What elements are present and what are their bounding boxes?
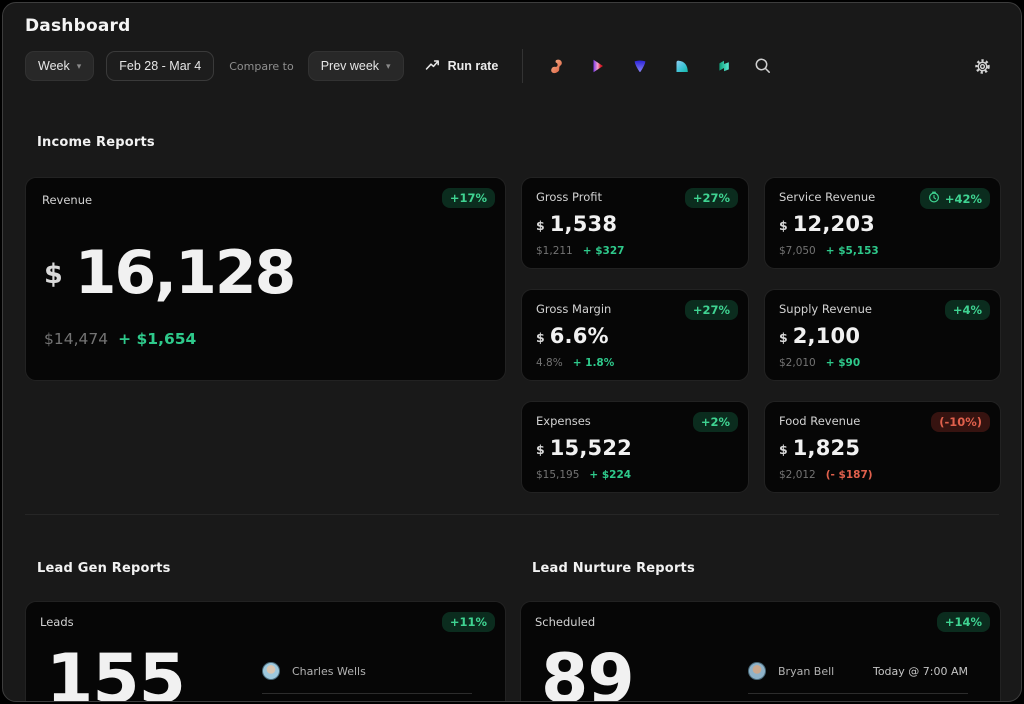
- food-revenue-card[interactable]: Food Revenue (-10%) $ 1,825 $2,012 (- $1…: [764, 401, 1001, 493]
- period-dropdown[interactable]: Week ▾: [25, 51, 94, 81]
- orange-shape-icon[interactable]: [547, 57, 565, 75]
- comparison-row: $2,012 (- $187): [779, 469, 986, 481]
- person-name: Bryan Bell: [778, 665, 834, 678]
- revenue-value: 16,128: [75, 243, 295, 303]
- service-revenue-card[interactable]: Service Revenue +42% $ 12,203 $7,050 + $…: [764, 177, 1001, 269]
- gear-icon[interactable]: [974, 58, 991, 75]
- card-label: Revenue: [42, 193, 489, 207]
- compare-period-dropdown[interactable]: Prev week ▾: [308, 51, 404, 81]
- delta-value: + $224: [589, 469, 631, 481]
- card-label: Leads: [40, 615, 491, 629]
- lead-gen-section: Lead Gen Reports Leads +11% 155 Charles …: [25, 515, 506, 702]
- trend-badge: +17%: [442, 188, 495, 208]
- trend-badge: (-10%): [931, 412, 990, 432]
- toolbar-divider: [522, 49, 523, 83]
- compare-to-label: Compare to: [229, 60, 293, 73]
- search-icon[interactable]: [754, 57, 772, 75]
- person-row: Charles Wells: [262, 662, 472, 694]
- comparison-row: $2,010 + $90: [779, 357, 986, 369]
- quarter-wave-teal-icon[interactable]: [673, 57, 691, 75]
- delta-value: + $1,654: [118, 330, 196, 348]
- card-value: $ 16,128: [44, 243, 489, 303]
- date-range-label: Feb 28 - Mar 4: [119, 59, 201, 73]
- card-value: $ 6.6%: [536, 325, 734, 348]
- currency-symbol: $: [779, 442, 788, 457]
- card-value: $ 1,538: [536, 213, 734, 236]
- date-range-button[interactable]: Feb 28 - Mar 4: [106, 51, 214, 81]
- toolbar: Week ▾ Feb 28 - Mar 4 Compare to Prev we…: [25, 51, 999, 81]
- currency-symbol: $: [44, 259, 63, 290]
- card-value: $ 2,100: [779, 325, 986, 348]
- leads-card[interactable]: Leads +11% 155 Charles Wells: [25, 601, 506, 702]
- person-name: Charles Wells: [292, 665, 366, 678]
- revenue-card[interactable]: Revenue +17% $ 16,128 $14,474 + $1,654: [25, 177, 506, 381]
- chevron-down-icon: ▾: [386, 62, 391, 71]
- funnel-blue-icon[interactable]: [631, 57, 649, 75]
- flag-green-icon[interactable]: [715, 57, 733, 75]
- previous-value: $14,474: [44, 330, 108, 348]
- currency-symbol: $: [536, 442, 545, 457]
- income-cards-grid: Revenue +17% $ 16,128 $14,474 + $1,654 G…: [25, 177, 999, 493]
- scheduled-card[interactable]: Scheduled +14% 89 Bryan Bell Today @ 7:0…: [520, 601, 1001, 702]
- card-value: $ 15,522: [536, 437, 734, 460]
- delta-value: (- $187): [826, 469, 873, 481]
- currency-symbol: $: [779, 330, 788, 345]
- currency-symbol: $: [536, 218, 545, 233]
- comparison-row: $1,211 + $327: [536, 245, 734, 257]
- comparison-row: $14,474 + $1,654: [44, 330, 489, 348]
- previous-value: $1,211: [536, 245, 573, 257]
- card-value: $ 1,825: [779, 437, 986, 460]
- previous-value: 4.8%: [536, 357, 563, 369]
- run-rate-label: Run rate: [448, 59, 499, 73]
- clock-icon: [928, 191, 940, 206]
- dashboard-window: Dashboard Week ▾ Feb 28 - Mar 4 Compare …: [2, 2, 1022, 702]
- trend-badge: +11%: [442, 612, 495, 632]
- trend-badge: +4%: [945, 300, 990, 320]
- trend-badge: +42%: [920, 188, 990, 209]
- person-row: Bryan Bell Today @ 7:00 AM: [748, 662, 968, 694]
- comparison-row: $7,050 + $5,153: [779, 245, 986, 257]
- currency-symbol: $: [779, 218, 788, 233]
- delta-value: + 1.8%: [573, 357, 615, 369]
- lead-nurture-reports-title: Lead Nurture Reports: [532, 561, 1001, 576]
- previous-value: $15,195: [536, 469, 579, 481]
- card-value: $ 12,203: [779, 213, 986, 236]
- avatar: [748, 662, 766, 680]
- previous-value: $2,012: [779, 469, 816, 481]
- trend-badge: +27%: [685, 188, 738, 208]
- income-reports-title: Income Reports: [37, 135, 999, 150]
- previous-value: $7,050: [779, 245, 816, 257]
- schedule-time: Today @ 7:00 AM: [873, 665, 968, 678]
- lead-gen-reports-title: Lead Gen Reports: [37, 561, 506, 576]
- supply-revenue-card[interactable]: Supply Revenue +4% $ 2,100 $2,010 + $90: [764, 289, 1001, 381]
- bottom-sections: Lead Gen Reports Leads +11% 155 Charles …: [25, 515, 999, 702]
- gross-margin-card[interactable]: Gross Margin +27% $ 6.6% 4.8% + 1.8%: [521, 289, 749, 381]
- card-label: Scheduled: [535, 615, 986, 629]
- play-gradient-icon[interactable]: [589, 57, 607, 75]
- lead-nurture-section: Lead Nurture Reports Scheduled +14% 89 B…: [520, 515, 1001, 702]
- currency-symbol: $: [536, 330, 545, 345]
- delta-value: + $327: [583, 245, 625, 257]
- run-rate-button[interactable]: Run rate: [425, 58, 499, 74]
- trending-up-icon: [425, 58, 440, 74]
- gross-profit-card[interactable]: Gross Profit +27% $ 1,538 $1,211 + $327: [521, 177, 749, 269]
- trend-badge: +27%: [685, 300, 738, 320]
- comparison-row: $15,195 + $224: [536, 469, 734, 481]
- period-dropdown-label: Week: [38, 59, 70, 73]
- page-title: Dashboard: [25, 16, 999, 36]
- comparison-row: 4.8% + 1.8%: [536, 357, 734, 369]
- expenses-card[interactable]: Expenses +2% $ 15,522 $15,195 + $224: [521, 401, 749, 493]
- trend-badge: +14%: [937, 612, 990, 632]
- delta-value: + $90: [826, 357, 860, 369]
- avatar: [262, 662, 280, 680]
- previous-value: $2,010: [779, 357, 816, 369]
- trend-badge: +2%: [693, 412, 738, 432]
- chevron-down-icon: ▾: [77, 62, 82, 71]
- compare-period-label: Prev week: [321, 59, 379, 73]
- delta-value: + $5,153: [826, 245, 879, 257]
